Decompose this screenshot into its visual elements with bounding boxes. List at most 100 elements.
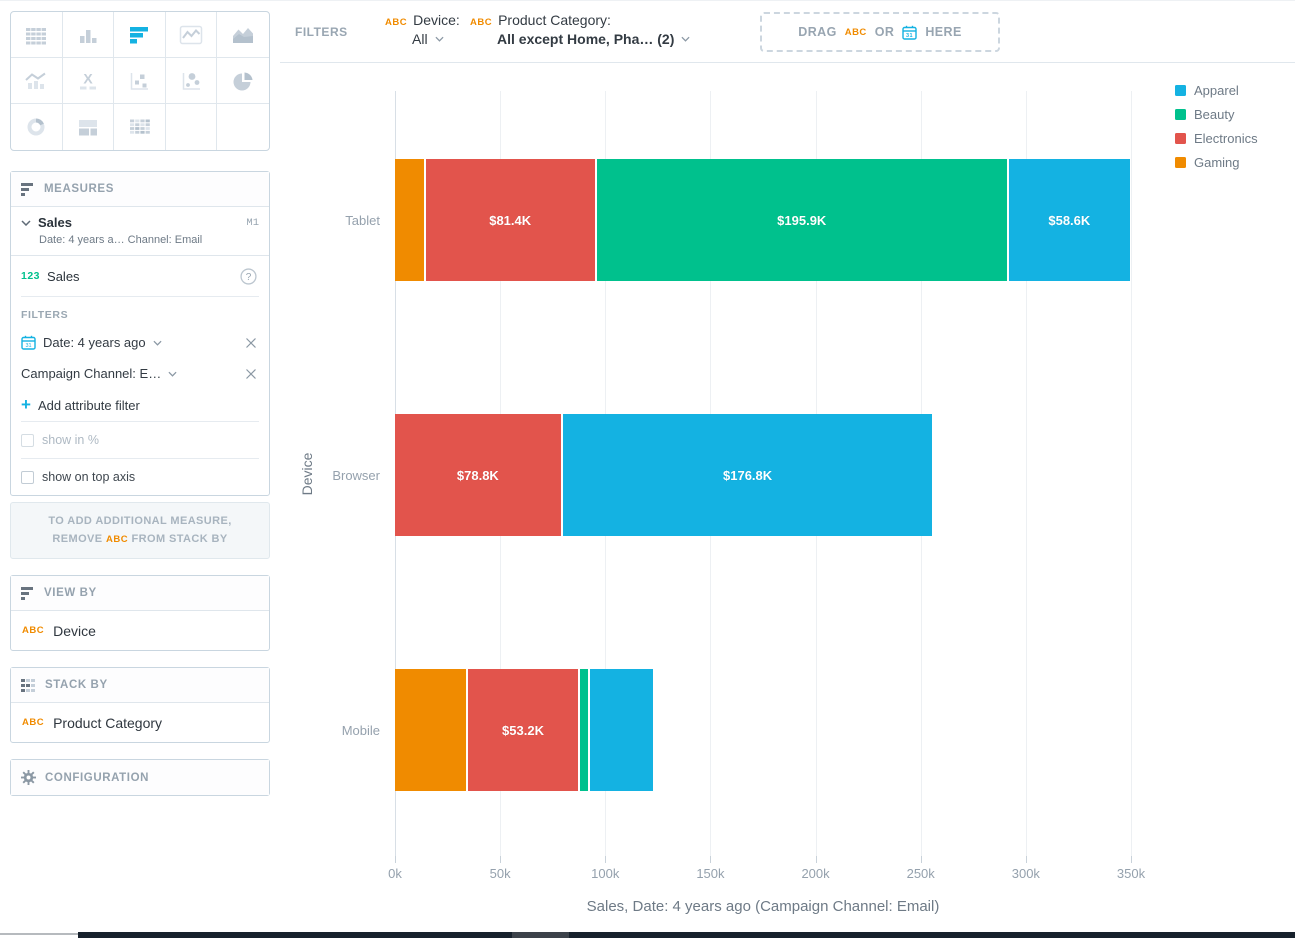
axis-tick bbox=[1026, 856, 1027, 863]
show-on-top-axis-checkbox[interactable]: show on top axis bbox=[11, 459, 269, 495]
configuration-panel: CONFIGURATION bbox=[10, 759, 270, 796]
attribute-tag: ABC bbox=[106, 534, 128, 545]
configuration-header[interactable]: CONFIGURATION bbox=[11, 760, 269, 795]
svg-text:?: ? bbox=[246, 271, 252, 282]
show-in-percent-label: show in % bbox=[42, 433, 99, 447]
legend-label: Apparel bbox=[1194, 83, 1239, 98]
bar-value-label: $58.6K bbox=[1048, 213, 1090, 228]
legend-item-electronics[interactable]: Electronics bbox=[1175, 131, 1258, 146]
x-tick-label: 200k bbox=[781, 866, 851, 881]
measures-title: MEASURES bbox=[44, 183, 114, 195]
stack-by-panel: STACK BY ABC Product Category bbox=[10, 667, 270, 743]
drop-zone-text: DRAG bbox=[798, 25, 836, 39]
show-in-percent-checkbox: show in % bbox=[11, 422, 269, 458]
chart-type-bar-active[interactable] bbox=[114, 12, 166, 58]
close-icon[interactable] bbox=[245, 368, 257, 380]
product-category-filter-chip[interactable]: ABC Product Category: All except Home, P… bbox=[470, 12, 690, 47]
measure-field-row[interactable]: 123 Sales ? bbox=[11, 256, 269, 296]
view-by-title: VIEW BY bbox=[44, 587, 97, 599]
show-on-top-axis-label: show on top axis bbox=[42, 470, 135, 484]
x-tick-label: 100k bbox=[570, 866, 640, 881]
bar-segment-mobile-beauty[interactable] bbox=[578, 669, 588, 791]
chart-type-headline[interactable]: X bbox=[63, 58, 115, 104]
bar-value-label: $195.9K bbox=[777, 213, 826, 228]
axis-tick bbox=[500, 856, 501, 863]
plus-icon: + bbox=[21, 396, 31, 413]
chevron-down-icon bbox=[435, 36, 444, 42]
bar-segment-tablet-apparel[interactable]: $58.6K bbox=[1007, 159, 1130, 281]
device-filter-value: All bbox=[412, 31, 428, 47]
stack-by-title: STACK BY bbox=[45, 679, 108, 691]
stack-by-item[interactable]: ABC Product Category bbox=[11, 703, 269, 742]
bar-segment-browser-electronics[interactable]: $78.8K bbox=[395, 414, 561, 536]
heatmap-icon bbox=[127, 116, 151, 138]
divider bbox=[21, 296, 259, 297]
bottom-window-edge bbox=[0, 931, 1295, 938]
bar-segment-browser-apparel[interactable]: $176.8K bbox=[561, 414, 933, 536]
add-attribute-filter-button[interactable]: + Add attribute filter bbox=[11, 389, 269, 421]
stack-by-icon bbox=[21, 679, 36, 692]
column-chart-icon bbox=[76, 24, 100, 46]
svg-text:31: 31 bbox=[25, 343, 31, 349]
view-by-item[interactable]: ABC Device bbox=[11, 611, 269, 650]
measure-item[interactable]: Sales M1 Date: 4 years a… Channel: Email bbox=[11, 207, 269, 256]
chart-type-donut[interactable] bbox=[11, 104, 63, 150]
chart-type-line[interactable] bbox=[166, 12, 218, 58]
measures-icon bbox=[21, 183, 35, 196]
chart-type-treemap[interactable] bbox=[63, 104, 115, 150]
bar-segment-tablet-electronics[interactable]: $81.4K bbox=[424, 159, 595, 281]
axis-tick bbox=[605, 856, 606, 863]
bar-segment-tablet-beauty[interactable]: $195.9K bbox=[595, 159, 1007, 281]
chart-type-heatmap[interactable] bbox=[114, 104, 166, 150]
chart-type-area[interactable] bbox=[217, 12, 269, 58]
y-category-label: Tablet bbox=[285, 159, 380, 281]
bar-segment-tablet-gaming[interactable] bbox=[395, 159, 424, 281]
chart-type-scatter[interactable] bbox=[114, 58, 166, 104]
attribute-filter-row[interactable]: Campaign Channel: E… bbox=[11, 358, 269, 389]
legend-swatch bbox=[1175, 85, 1186, 96]
axis-tick bbox=[816, 856, 817, 863]
chart-type-table[interactable] bbox=[11, 12, 63, 58]
chart-type-column[interactable] bbox=[63, 12, 115, 58]
legend-item-apparel[interactable]: Apparel bbox=[1175, 83, 1258, 98]
close-icon[interactable] bbox=[245, 337, 257, 349]
question-mark-icon[interactable]: ? bbox=[240, 268, 257, 285]
svg-text:31: 31 bbox=[906, 33, 913, 39]
device-filter-chip[interactable]: ABC Device: All bbox=[385, 12, 460, 47]
legend-swatch bbox=[1175, 133, 1186, 144]
chart-legend: Apparel Beauty Electronics Gaming bbox=[1175, 83, 1258, 170]
chart-type-pie[interactable] bbox=[217, 58, 269, 104]
chart-type-combo[interactable] bbox=[11, 58, 63, 104]
sidebar: X MEASURES Sales M1 Date: 4 year bbox=[0, 1, 280, 938]
checkbox-icon bbox=[21, 471, 34, 484]
measures-header: MEASURES bbox=[11, 172, 269, 207]
date-filter-row[interactable]: 31 Date: 4 years ago bbox=[11, 327, 269, 358]
legend-item-gaming[interactable]: Gaming bbox=[1175, 155, 1258, 170]
bar-segment-mobile-apparel[interactable] bbox=[588, 669, 653, 791]
line-chart-icon bbox=[179, 24, 203, 46]
area-chart-icon bbox=[231, 24, 255, 46]
view-by-icon bbox=[21, 587, 35, 600]
legend-swatch bbox=[1175, 109, 1186, 120]
legend-item-beauty[interactable]: Beauty bbox=[1175, 107, 1258, 122]
chart-type-bubble[interactable] bbox=[166, 58, 218, 104]
axis-tick bbox=[710, 856, 711, 863]
measure-subtitle: Date: 4 years a… Channel: Email bbox=[39, 234, 259, 246]
attribute-tag: ABC bbox=[845, 27, 867, 38]
bar-segment-mobile-electronics[interactable]: $53.2K bbox=[466, 669, 578, 791]
chart-type-empty-cell bbox=[217, 104, 269, 150]
measure-filters-title: FILTERS bbox=[21, 309, 259, 321]
donut-chart-icon bbox=[24, 116, 48, 138]
chart-section: FILTERS ABC Device: All ABC Product Cate… bbox=[280, 1, 1295, 938]
drop-zone-text: HERE bbox=[925, 25, 961, 39]
bar-value-label: $78.8K bbox=[457, 468, 499, 483]
chevron-down-icon bbox=[153, 340, 162, 346]
filter-drop-zone[interactable]: DRAG ABC OR 31 HERE bbox=[760, 12, 1000, 52]
legend-label: Beauty bbox=[1194, 107, 1234, 122]
analytical-designer: X MEASURES Sales M1 Date: 4 year bbox=[0, 1, 1295, 938]
legend-label: Gaming bbox=[1194, 155, 1240, 170]
chevron-down-icon[interactable] bbox=[21, 220, 31, 226]
bar-value-label: $81.4K bbox=[489, 213, 531, 228]
x-tick-label: 0k bbox=[360, 866, 430, 881]
bar-segment-mobile-gaming[interactable] bbox=[395, 669, 466, 791]
